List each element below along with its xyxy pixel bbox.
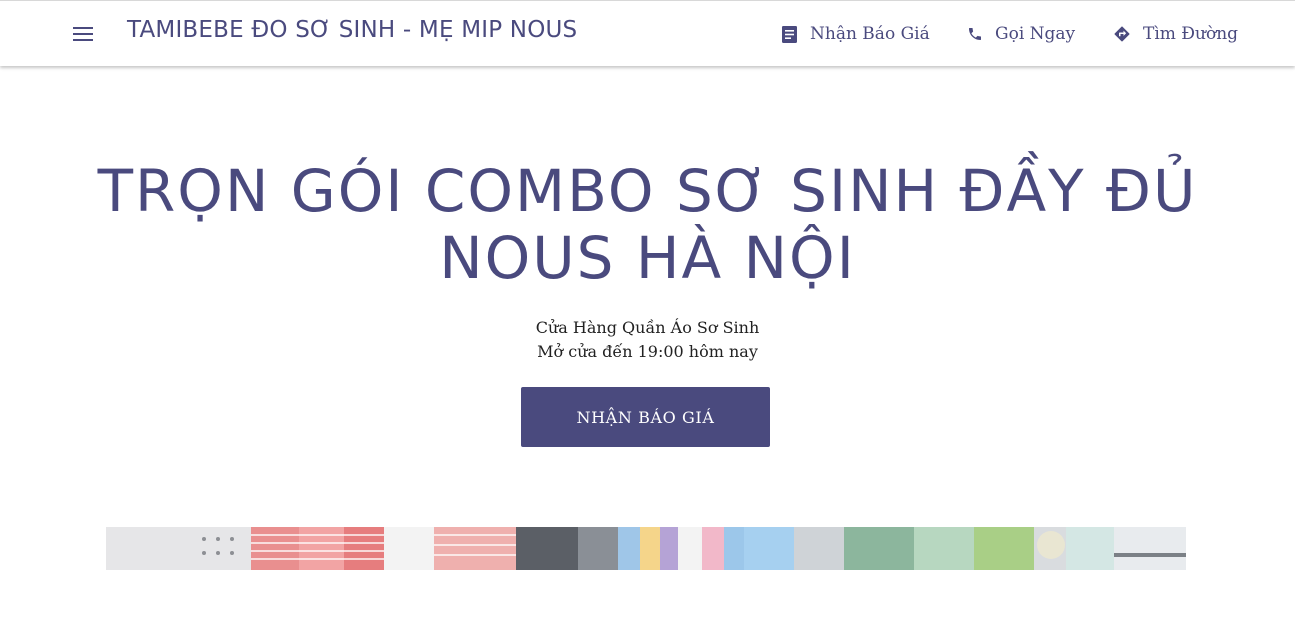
business-category: Cửa Hàng Quần Áo Sơ Sinh bbox=[535, 318, 760, 337]
phone-icon bbox=[969, 28, 981, 40]
quote-icon bbox=[782, 25, 797, 43]
opening-hours: Mở cửa đến 19:00 hôm nay bbox=[537, 342, 758, 361]
store-photo bbox=[106, 527, 1186, 570]
directions-link[interactable]: Tìm Đường bbox=[1113, 21, 1238, 47]
get-quote-button[interactable]: NHẬN BÁO GIÁ bbox=[521, 387, 770, 447]
menu-button[interactable] bbox=[66, 17, 100, 51]
get-quote-link[interactable]: Nhận Báo Giá bbox=[781, 21, 930, 47]
menu-icon bbox=[73, 27, 93, 41]
store-photo-image bbox=[106, 527, 1186, 570]
get-quote-label: Nhận Báo Giá bbox=[810, 24, 930, 44]
business-info: Cửa Hàng Quần Áo Sơ Sinh Mở cửa đến 19:0… bbox=[300, 316, 995, 364]
top-app-bar: TAMIBEBE ĐO SƠ SINH - MẸ MIP NOUS Nhận B… bbox=[0, 0, 1295, 66]
hero-title-line-1: TRỌN GÓI COMBO SƠ SINH ĐẦY ĐỦ bbox=[97, 157, 1198, 225]
call-now-label: Gọi Ngay bbox=[995, 24, 1076, 44]
directions-icon bbox=[1114, 26, 1130, 42]
hero-title-line-2: NOUS HÀ NỘI bbox=[439, 224, 856, 292]
hero-title: TRỌN GÓI COMBO SƠ SINH ĐẦY ĐỦ NOUS HÀ NỘ… bbox=[80, 158, 1215, 292]
directions-label: Tìm Đường bbox=[1143, 24, 1239, 44]
site-title[interactable]: TAMIBEBE ĐO SƠ SINH - MẸ MIP NOUS bbox=[127, 17, 577, 43]
call-now-link[interactable]: Gọi Ngay bbox=[967, 21, 1075, 47]
